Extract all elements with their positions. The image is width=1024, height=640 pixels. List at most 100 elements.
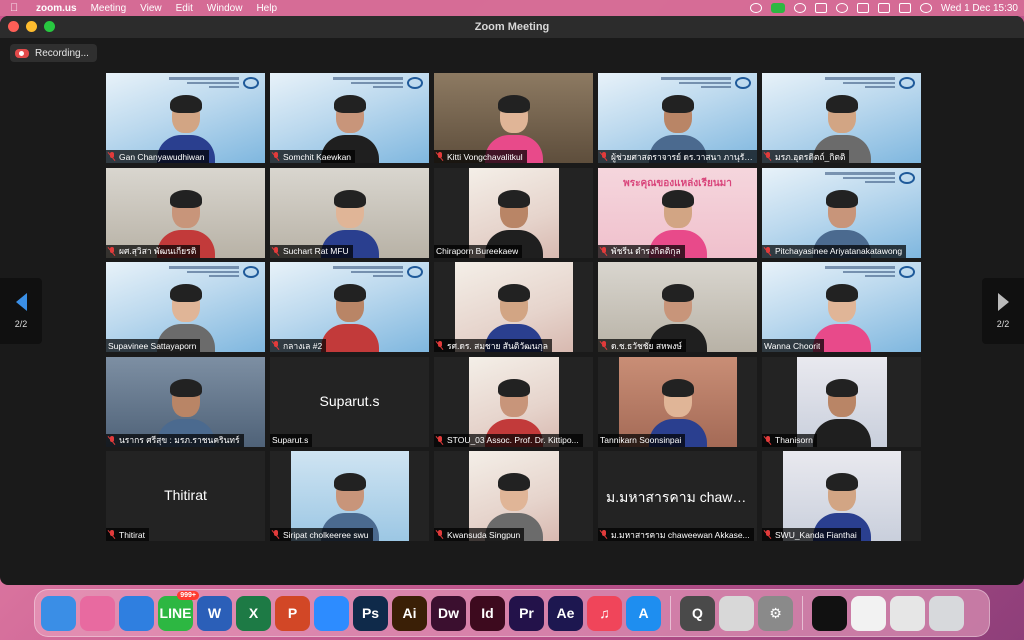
participant-hair xyxy=(169,284,202,302)
participant-tile[interactable]: Wanna Choorit xyxy=(762,262,921,352)
menu-window[interactable]: Window xyxy=(207,3,243,14)
participant-tile[interactable]: Pitchayasinee Ariyatanakatawong xyxy=(762,167,921,258)
participant-name-label: Pitchayasinee Ariyatanakatawong xyxy=(762,244,907,258)
participant-name-label: ผู้ช่วยศาสตราจารย์ ดร.วาสนา ภานุรักษ์ xyxy=(598,150,757,163)
siri-icon[interactable] xyxy=(919,3,932,13)
participant-name: Pitchayasinee Ariyatanakatawong xyxy=(775,246,903,256)
word-icon[interactable]: W xyxy=(197,595,232,631)
menu-edit[interactable]: Edit xyxy=(176,3,193,14)
menu-meeting[interactable]: Meeting xyxy=(91,3,127,14)
participant-tile[interactable]: รศ.ดร. สมชาย สันติวัฒนกุล xyxy=(434,262,593,352)
sync-icon[interactable] xyxy=(793,3,806,13)
mic-muted-icon xyxy=(272,152,280,161)
next-page-button[interactable]: 2/2 xyxy=(982,278,1024,344)
participant-tile[interactable]: Suparut.s Suparut.s xyxy=(270,356,429,447)
participant-tile[interactable]: Gan Chanyawudhiwan xyxy=(106,73,265,163)
participant-hair xyxy=(169,378,202,397)
participant-tile[interactable]: Siripat cholkeeree swu xyxy=(270,451,429,541)
participant-tile[interactable]: Somchit Kaewkan xyxy=(270,73,429,163)
dock-app-glyph: ♫ xyxy=(599,605,610,621)
camera-icon[interactable] xyxy=(749,3,762,13)
background-text-line xyxy=(843,82,895,84)
keyboard-icon[interactable] xyxy=(856,3,869,13)
document-icon[interactable] xyxy=(890,595,925,631)
participant-hair xyxy=(661,95,694,113)
zoom-icon[interactable] xyxy=(314,595,349,631)
indesign-icon[interactable]: Id xyxy=(470,595,505,631)
control-center-icon[interactable] xyxy=(898,3,911,13)
participant-tile[interactable]: Chiraporn Bureekaew xyxy=(434,167,593,258)
participant-tile[interactable]: กลางเล #2 xyxy=(270,262,429,352)
participant-name: Thitirat xyxy=(119,529,145,540)
dock-app-glyph: A xyxy=(638,605,649,621)
premiere-icon[interactable]: Pr xyxy=(509,595,544,631)
participant-tile[interactable]: Tannikarn Soonsinpai xyxy=(598,356,757,447)
window-titlebar[interactable]: Zoom Meeting xyxy=(0,16,1024,38)
participant-tile[interactable]: ผศ.สุวิสา พัฒนเกียรติ xyxy=(106,167,265,258)
fullscreen-window-button[interactable] xyxy=(44,21,55,32)
line-icon[interactable] xyxy=(770,3,785,13)
participant-hair xyxy=(497,378,530,397)
dreamweaver-icon[interactable]: Dw xyxy=(431,595,466,631)
previous-page-button[interactable]: 2/2 xyxy=(0,278,42,344)
participant-body xyxy=(320,324,379,352)
menu-app-name[interactable]: zoom.us xyxy=(36,3,77,14)
participant-tile[interactable]: Thanisorn xyxy=(762,356,921,447)
participant-tile[interactable]: ด.ช.ธวัชชัย สหพงษ์ xyxy=(598,262,757,352)
participant-tile[interactable]: Kitti Vongchavalitkul xyxy=(434,73,593,163)
participant-name-label: ผศ.สุวิสา พัฒนเกียรติ xyxy=(106,244,201,258)
line-icon[interactable]: LINE 999+ xyxy=(158,590,199,631)
participant-hair xyxy=(333,95,366,113)
trash-icon[interactable] xyxy=(929,595,964,631)
participant-name-label: Thitirat xyxy=(106,528,149,541)
after-effects-icon[interactable]: Ae xyxy=(548,595,583,631)
participant-name-label: Gan Chanyawudhiwan xyxy=(106,150,209,163)
display-icon[interactable] xyxy=(877,3,890,13)
menu-clock[interactable]: Wed 1 Dec 15:30 xyxy=(941,3,1018,14)
participant-tile[interactable]: Thitirat Thitirat xyxy=(106,451,265,541)
participant-tile[interactable]: Supavinee Sattayaporn xyxy=(106,262,265,352)
participant-name: STOU_03 Assoc. Prof. Dr. Kittipo... xyxy=(447,435,579,445)
menu-view[interactable]: View xyxy=(140,3,162,14)
gear-icon[interactable]: ⚙ xyxy=(758,595,793,631)
safari-icon[interactable] xyxy=(119,595,154,631)
participant-name-label: นรากร ศรีสุข : มรภ.ราชนครินทร์ xyxy=(106,433,244,447)
document-icon[interactable] xyxy=(851,595,886,631)
dock-separator xyxy=(670,596,671,630)
recording-indicator[interactable]: Recording... xyxy=(10,44,97,62)
menu-help[interactable]: Help xyxy=(256,3,277,14)
battery-icon[interactable] xyxy=(814,3,827,13)
launchpad-icon[interactable] xyxy=(80,595,115,631)
mic-muted-icon xyxy=(436,152,444,161)
background-text-line xyxy=(825,77,895,80)
finder-icon[interactable] xyxy=(41,595,76,631)
participant-tile[interactable]: ม.มหาสารคาม chawe... ม.มหาสารคาม chaweewa… xyxy=(598,451,757,541)
quicktime-icon[interactable]: Q xyxy=(680,595,715,631)
participant-tile[interactable]: พระคุณของแหล่งเรียนมา พัชรีน ดำรงกิตติกุล xyxy=(598,167,757,258)
music-icon[interactable]: ♫ xyxy=(587,595,622,631)
mic-muted-icon xyxy=(108,530,116,539)
participant-tile[interactable]: ผู้ช่วยศาสตราจารย์ ดร.วาสนา ภานุรักษ์ xyxy=(598,73,757,163)
minimize-window-button[interactable] xyxy=(26,21,37,32)
close-window-button[interactable] xyxy=(8,21,19,32)
participant-name: ผศ.สุวิสา พัฒนเกียรติ xyxy=(119,246,197,256)
participant-tile[interactable]: นรากร ศรีสุข : มรภ.ราชนครินทร์ xyxy=(106,356,265,447)
wifi-icon[interactable] xyxy=(835,3,848,13)
participant-tile[interactable]: Suchart Rat MFU xyxy=(270,167,429,258)
mic-muted-icon xyxy=(600,152,608,161)
powerpoint-icon[interactable]: P xyxy=(275,595,310,631)
participant-tile[interactable]: SWU_Kanda Fianthai xyxy=(762,451,921,541)
participant-name-label: SWU_Kanda Fianthai xyxy=(762,528,861,541)
excel-icon[interactable]: X xyxy=(236,595,271,631)
participant-tile[interactable]: มรภ.อุตรดิตถ์_กิตติ xyxy=(762,73,921,163)
illustrator-icon[interactable]: Ai xyxy=(392,595,427,631)
apple-icon[interactable]:  xyxy=(10,2,24,14)
photoshop-icon[interactable]: Ps xyxy=(353,595,388,631)
participant-tile[interactable]: Kwansuda Singpun xyxy=(434,451,593,541)
dock-separator xyxy=(802,596,803,630)
acrobat-icon[interactable] xyxy=(719,595,754,631)
window-icon[interactable] xyxy=(812,595,847,631)
participant-tile[interactable]: STOU_03 Assoc. Prof. Dr. Kittipo... xyxy=(434,356,593,447)
participant-hair xyxy=(497,189,530,208)
app-store-icon[interactable]: A xyxy=(626,595,661,631)
